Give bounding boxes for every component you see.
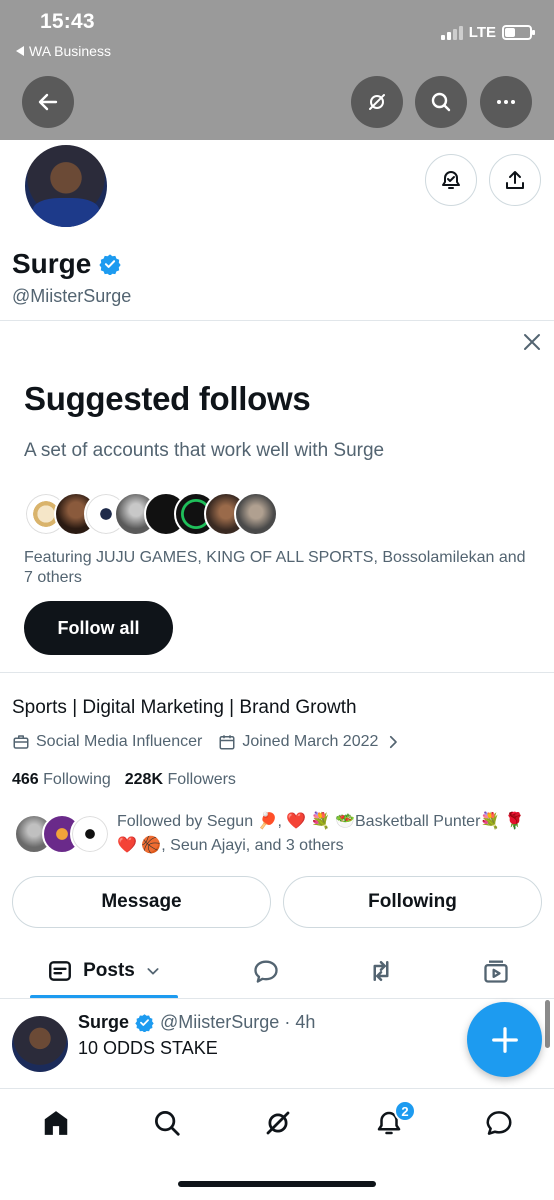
tab-reposts[interactable] [351,944,411,998]
tab-replies[interactable] [236,944,296,998]
media-icon [484,960,508,983]
search-icon [431,92,451,112]
followers-stat[interactable]: 228K Followers [125,771,236,789]
followed-by-text[interactable]: Followed by Segun 🏓, ❤️ 💐 🥗Basketball Pu… [117,810,542,858]
search-icon [155,1111,180,1136]
grok-button[interactable] [351,76,403,128]
home-icon [44,1111,68,1135]
following-stat[interactable]: 466 Following [12,771,111,789]
back-arrow-icon [38,93,58,111]
tab-media[interactable] [466,944,526,998]
profile-name: Surge [12,248,92,279]
compose-button[interactable] [467,1002,542,1077]
profile-avatar[interactable] [22,142,110,230]
post-handle-time: @MiisterSurge · 4h [160,1012,316,1032]
verified-badge-icon [135,1014,154,1032]
profile-joined[interactable]: Joined March 2022 [242,733,378,751]
tab-posts-label: Posts [83,960,135,981]
suggested-avatars[interactable] [24,492,278,536]
briefcase-icon [13,735,29,749]
calendar-icon [219,735,235,750]
post-header: Surge @MiisterSurge · 4h [78,1012,315,1033]
profile-handle: @MiisterSurge [12,286,132,306]
verified-badge-icon [99,254,121,275]
followed-by-avatars[interactable] [14,814,110,854]
followers-count: 228K [124,771,163,788]
posts-icon [49,961,72,981]
following-button[interactable]: Following [283,876,542,928]
post-author[interactable]: Surge [78,1012,129,1033]
divider [0,320,554,321]
share-button[interactable] [489,154,541,206]
suggested-follows-title: Suggested follows [24,380,311,417]
home-indicator [178,1181,376,1187]
status-time: 15:43 [40,10,95,33]
network-label: LTE [468,24,496,41]
close-icon[interactable] [520,330,544,354]
scrollbar[interactable] [545,1000,550,1048]
divider [0,998,554,999]
notifications-toggle-button[interactable] [425,154,477,206]
followers-label: Followers [167,771,236,788]
tab-posts[interactable]: Posts [30,944,178,998]
profile-meta: Social Media Influencer Joined March 202… [12,733,402,751]
nav-messages[interactable] [479,1103,519,1143]
nav-home[interactable] [36,1103,76,1143]
profile-name-row: Surge [12,248,121,280]
status-indicators: LTE [440,24,535,41]
post-avatar[interactable] [12,1016,68,1072]
divider [0,672,554,673]
plus-icon [491,1026,518,1053]
followed-by-avatar [70,814,110,854]
grok-icon [369,94,385,110]
back-to-app-link[interactable]: WA Business [16,43,111,59]
battery-icon [502,25,535,40]
more-button[interactable] [480,76,532,128]
chevron-right-icon[interactable] [384,733,402,751]
message-button[interactable]: Message [12,876,271,928]
profile-category: Social Media Influencer [36,733,203,750]
share-icon [506,171,524,189]
following-count: 466 [12,771,39,788]
search-button[interactable] [415,76,467,128]
back-triangle-icon [16,46,24,56]
post-text[interactable]: 10 ODDS STAKE [78,1038,218,1059]
notification-bell-icon [442,171,460,189]
signal-icon [440,25,463,40]
back-button[interactable] [22,76,74,128]
suggested-follows-subtitle: A set of accounts that work well with Su… [24,440,385,461]
more-icon [497,100,515,104]
follow-all-button[interactable]: Follow all [24,601,173,655]
suggested-avatar [234,492,278,536]
profile-tabs: Posts [0,944,554,999]
reply-icon [254,960,278,983]
chat-icon [486,1111,512,1135]
back-app-label: WA Business [29,43,111,59]
chevron-down-icon [147,968,159,975]
nav-search[interactable] [147,1103,187,1143]
featuring-text: Featuring JUJU GAMES, KING OF ALL SPORTS… [24,549,526,586]
following-label: Following [43,771,111,788]
nav-grok[interactable] [258,1103,298,1143]
profile-bio: Sports | Digital Marketing | Brand Growt… [12,697,357,718]
follow-stats: 466 Following 228K Followers [12,771,236,789]
notification-badge: 2 [394,1100,416,1122]
grok-icon [266,1111,290,1135]
repost-icon [373,961,389,981]
